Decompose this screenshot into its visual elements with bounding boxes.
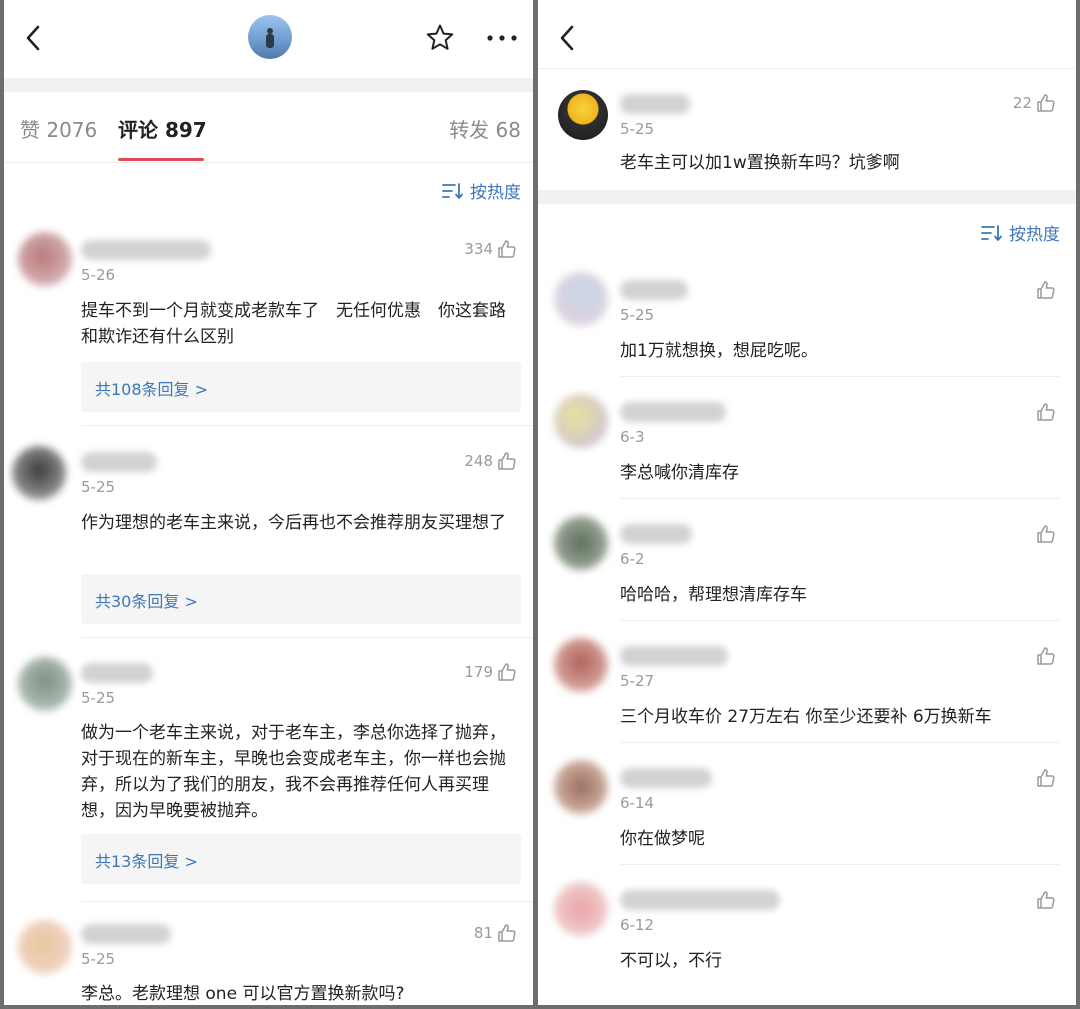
like-button[interactable] xyxy=(1036,890,1056,910)
comment-text: 李总。老款理想 one 可以官方置换新款吗? xyxy=(81,984,405,1004)
reply-text: 哈哈哈，帮理想清库存车 xyxy=(620,585,807,605)
avatar[interactable] xyxy=(554,272,608,326)
divider xyxy=(620,742,1060,743)
username-blurred[interactable] xyxy=(81,924,171,944)
thumbs-up-icon xyxy=(498,240,516,258)
comment-date: 5-25 xyxy=(81,689,116,707)
thumbs-up-icon xyxy=(1037,769,1055,787)
right-phone-screen: 5-25 22 老车主可以加1w置换新车吗？坑爹啊 按热度 5-25 加1万就想… xyxy=(538,0,1076,1005)
comment-date: 5-25 xyxy=(81,478,116,496)
view-replies-button[interactable]: 共30条回复 > xyxy=(81,574,521,624)
thumbs-up-icon xyxy=(1037,647,1055,665)
like-button[interactable]: 81 xyxy=(474,923,517,943)
thumbs-up-icon xyxy=(1037,94,1055,112)
like-button[interactable] xyxy=(1036,646,1056,666)
view-replies-button[interactable]: 共108条回复 > xyxy=(81,362,521,412)
view-replies-button[interactable]: 共13条回复 > xyxy=(81,834,521,884)
reply-date: 6-2 xyxy=(620,550,645,568)
avatar[interactable] xyxy=(554,394,608,448)
comment-text: 做为一个老车主来说，对于老车主，李总你选择了抛弃，对于现在的新车主，早晚也会变成… xyxy=(81,723,506,821)
like-button[interactable]: 22 xyxy=(1013,93,1056,113)
comment-text: 作为理想的老车主来说，今后再也不会推荐朋友买理想了 xyxy=(81,513,506,533)
username-blurred[interactable] xyxy=(620,524,692,544)
reply-date: 6-12 xyxy=(620,916,655,934)
divider xyxy=(620,864,1060,865)
section-gap xyxy=(4,78,533,92)
thumbs-up-icon xyxy=(1037,525,1055,543)
duck-avatar[interactable] xyxy=(558,90,608,140)
comment-date: 5-25 xyxy=(81,950,116,968)
tab-reposts[interactable]: 转发 68 xyxy=(449,114,521,143)
tab-bar: 赞 2076 评论 897 转发 68 xyxy=(4,92,533,163)
reply-text: 李总喊你清库存 xyxy=(620,463,739,483)
reply-text: 三个月收车价 27万左右 你至少还要补 6万换新车 xyxy=(620,707,992,727)
thumbs-up-icon xyxy=(1037,891,1055,909)
thumbs-up-icon xyxy=(498,452,516,470)
active-tab-indicator xyxy=(118,158,204,161)
username-blurred[interactable] xyxy=(81,452,157,472)
reply-date: 6-3 xyxy=(620,428,645,446)
reply-date: 6-14 xyxy=(620,794,655,812)
avatar[interactable] xyxy=(554,760,608,814)
reply-text: 加1万就想换，想屁吃呢。 xyxy=(620,341,818,361)
reply-text: 不可以，不行 xyxy=(620,951,722,971)
like-button[interactable]: 334 xyxy=(464,239,517,259)
username-blurred[interactable] xyxy=(81,663,153,683)
star-icon[interactable] xyxy=(424,22,456,54)
like-button[interactable] xyxy=(1036,524,1056,544)
section-gap xyxy=(538,190,1076,204)
sort-by-hot-button[interactable]: 按热度 xyxy=(981,220,1060,245)
thumbs-up-icon xyxy=(498,924,516,942)
back-icon[interactable] xyxy=(18,22,50,54)
username-blurred[interactable] xyxy=(620,768,712,788)
username-blurred[interactable] xyxy=(620,94,690,114)
thumbs-up-icon xyxy=(498,663,516,681)
more-icon[interactable] xyxy=(484,28,520,48)
avatar[interactable] xyxy=(554,882,608,936)
sort-by-hot-button[interactable]: 按热度 xyxy=(442,178,521,203)
reply-text: 你在做梦呢 xyxy=(620,829,705,849)
divider xyxy=(81,425,533,426)
comment-text: 老车主可以加1w置换新车吗？坑爹啊 xyxy=(620,153,900,173)
tab-likes[interactable]: 赞 2076 xyxy=(20,114,97,143)
like-button[interactable]: 179 xyxy=(464,662,517,682)
username-blurred[interactable] xyxy=(620,890,780,910)
avatar[interactable] xyxy=(18,920,72,974)
avatar[interactable] xyxy=(18,657,72,711)
thumbs-up-icon xyxy=(1037,403,1055,421)
sort-icon xyxy=(981,224,1003,242)
divider xyxy=(81,637,533,638)
sort-icon xyxy=(442,182,464,200)
back-icon[interactable] xyxy=(552,22,584,54)
username-blurred[interactable] xyxy=(81,240,211,260)
username-blurred[interactable] xyxy=(620,646,728,666)
avatar[interactable] xyxy=(554,638,608,692)
thumbs-up-icon xyxy=(1037,281,1055,299)
comment-date: 5-26 xyxy=(81,266,116,284)
reply-date: 5-27 xyxy=(620,672,655,690)
left-phone-screen: 赞 2076 评论 897 转发 68 按热度 5-26 334 提车不到一个月… xyxy=(4,0,533,1005)
username-blurred[interactable] xyxy=(620,402,726,422)
reply-date: 5-25 xyxy=(620,306,655,324)
avatar[interactable] xyxy=(554,516,608,570)
comment-date: 5-25 xyxy=(620,120,655,138)
top-bar xyxy=(4,0,533,78)
top-bar xyxy=(538,0,1076,68)
like-button[interactable]: 248 xyxy=(464,451,517,471)
divider xyxy=(620,620,1060,621)
avatar[interactable] xyxy=(18,232,72,286)
author-avatar[interactable] xyxy=(248,15,292,59)
divider xyxy=(81,901,533,902)
comment-text: 提车不到一个月就变成老款车了 无任何优惠 你这套路和欺诈还有什么区别 xyxy=(81,301,506,347)
divider xyxy=(538,68,1076,69)
avatar[interactable] xyxy=(12,446,66,500)
divider xyxy=(620,376,1060,377)
like-button[interactable] xyxy=(1036,402,1056,422)
like-button[interactable] xyxy=(1036,768,1056,788)
username-blurred[interactable] xyxy=(620,280,688,300)
divider xyxy=(620,498,1060,499)
like-button[interactable] xyxy=(1036,280,1056,300)
tab-comments[interactable]: 评论 897 xyxy=(118,114,207,143)
